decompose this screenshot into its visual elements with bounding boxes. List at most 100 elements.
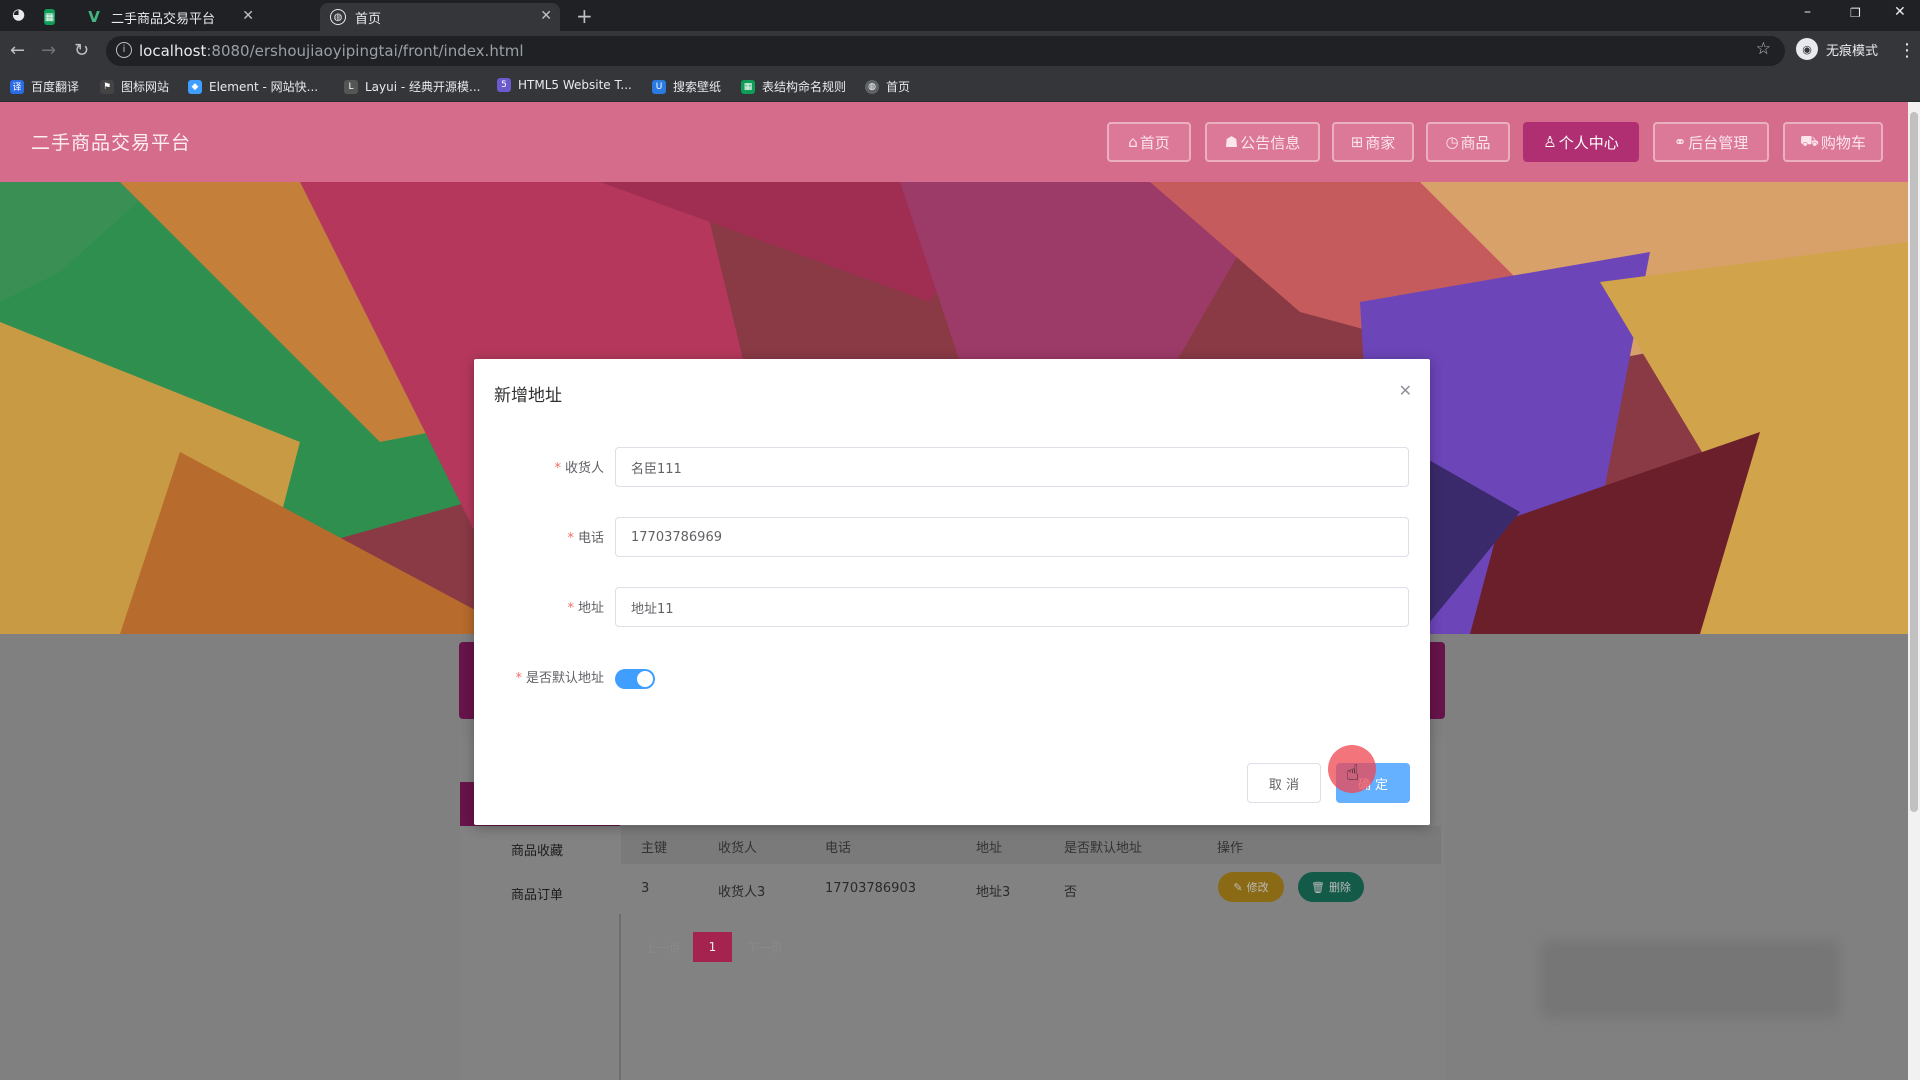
cell-is-default: 否 <box>1064 885 1078 900</box>
nav-user-center[interactable]: ♙ 个人中心 <box>1523 122 1639 162</box>
back-icon[interactable]: ← <box>10 40 25 61</box>
tab-1[interactable]: ◍ 首页 ✕ <box>320 3 560 31</box>
nav-home[interactable]: ⌂ 首页 <box>1107 122 1191 162</box>
sidebar-item-favorites[interactable]: 商品收藏 <box>511 840 563 859</box>
nav-label: 后台管理 <box>1688 133 1749 152</box>
bookmark-item[interactable]: 5 HTML5 Website T... <box>497 78 632 92</box>
next-page-button[interactable]: 下一页 <box>742 932 788 962</box>
blurred-watermark <box>1540 940 1840 1018</box>
nav-label: 商家 <box>1365 133 1396 152</box>
switch-knob <box>637 671 653 687</box>
nav-admin[interactable]: ⚭ 后台管理 <box>1653 122 1769 162</box>
user-icon: ♙ <box>1543 133 1557 151</box>
browser-tab-bar: ◕ ▦ V 二手商品交易平台 ✕ ◍ 首页 ✕ + – ❐ ✕ <box>0 0 1920 31</box>
kebab-menu-icon[interactable]: ⋮ <box>1898 40 1916 61</box>
browser-menu-icon[interactable]: ◕ <box>12 5 25 23</box>
page-number-current[interactable]: 1 <box>693 932 732 962</box>
default-address-label-text: 是否默认地址 <box>525 671 604 686</box>
globe-icon: ◍ <box>330 9 346 25</box>
bookmark-label: HTML5 Website T... <box>518 78 632 92</box>
delete-button[interactable]: 🗑 删除 <box>1298 872 1364 902</box>
hand-cursor-icon: ☝ <box>1346 761 1360 786</box>
url-text[interactable]: localhost:8080/ershoujiaoyipingtai/front… <box>139 42 524 60</box>
default-address-switch[interactable] <box>615 669 655 689</box>
new-tab-icon[interactable]: + <box>576 4 593 28</box>
tab-title: 首页 <box>355 11 382 27</box>
close-icon[interactable]: ✕ <box>1399 381 1412 400</box>
tab-0[interactable]: V 二手商品交易平台 ✕ <box>76 3 262 31</box>
link-icon: ⚭ <box>1673 133 1687 151</box>
forward-icon[interactable]: → <box>41 40 56 61</box>
address-bar[interactable]: i localhost:8080/ershoujiaoyipingtai/fro… <box>106 36 1785 66</box>
bookmark-label: 百度翻译 <box>31 80 80 94</box>
nav-label: 公告信息 <box>1240 133 1301 152</box>
th-phone: 电话 <box>825 841 852 856</box>
nav-label: 首页 <box>1139 133 1170 152</box>
bookmark-label: Element - 网站快... <box>209 80 319 94</box>
bookmark-label: 图标网站 <box>121 80 170 94</box>
nav-label: 商品 <box>1460 133 1491 152</box>
nav-products[interactable]: ◷ 商品 <box>1426 122 1510 162</box>
phone-label: * 电话 <box>567 531 604 546</box>
globe-icon: ◍ <box>865 79 879 94</box>
baidu-translate-icon: 译 <box>10 79 24 94</box>
edit-label: 修改 <box>1246 881 1269 894</box>
cancel-button[interactable]: 取 消 <box>1247 763 1321 803</box>
th-actions: 操作 <box>1217 841 1244 856</box>
wallpaper-icon: U <box>652 79 666 94</box>
reload-icon[interactable]: ↻ <box>74 40 89 61</box>
cell-phone: 17703786903 <box>825 881 916 896</box>
delete-label: 删除 <box>1328 881 1351 894</box>
bookmark-label: 首页 <box>886 80 911 94</box>
cell-consignee: 收货人3 <box>718 885 766 900</box>
incognito-indicator[interactable]: ◉ 无痕模式 <box>1796 38 1878 60</box>
nav-merchants[interactable]: ⊞ 商家 <box>1332 122 1414 162</box>
address-input[interactable] <box>615 587 1409 627</box>
bookmark-star-icon[interactable]: ☆ <box>1756 39 1771 59</box>
browser-toolbar: ← → ↻ i localhost:8080/ershoujiaoyipingt… <box>0 31 1920 71</box>
html5-icon: 5 <box>497 78 511 92</box>
restore-button[interactable]: ❐ <box>1850 6 1861 20</box>
consignee-input[interactable] <box>615 447 1409 487</box>
dialog-title: 新增地址 <box>494 386 562 406</box>
product-icon: ◷ <box>1445 133 1459 151</box>
vue-icon: V <box>88 8 100 26</box>
scrollbar-thumb[interactable] <box>1910 112 1918 812</box>
info-icon[interactable]: i <box>116 42 132 58</box>
screen: ◕ ▦ V 二手商品交易平台 ✕ ◍ 首页 ✕ + – ❐ ✕ ← → ↻ i … <box>0 0 1920 1080</box>
pinned-tab[interactable]: ▦ <box>40 3 64 31</box>
minimize-button[interactable]: – <box>1804 4 1811 20</box>
trash-icon: 🗑 <box>1311 880 1325 894</box>
layui-icon: L <box>344 79 358 94</box>
bookmarks-bar: 译百度翻译 ⚑ 图标网站 ◆ Element - 网站快... L Layui - 经… <box>0 71 1920 102</box>
bookmark-item[interactable]: U 搜索壁纸 <box>652 78 721 95</box>
bookmark-item[interactable]: 译百度翻译 <box>10 78 79 95</box>
bookmark-item[interactable]: ▦ 表结构命名规则 <box>741 78 846 95</box>
prev-page-button[interactable]: 上一页 <box>640 932 686 962</box>
address-label: * 地址 <box>567 601 604 616</box>
flag-icon: ⚑ <box>100 79 114 94</box>
cell-id: 3 <box>641 881 650 896</box>
announcement-icon: ☗ <box>1224 133 1239 151</box>
bookmark-item[interactable]: L Layui - 经典开源模... <box>344 78 480 95</box>
window-close-button[interactable]: ✕ <box>1894 4 1906 20</box>
bookmark-item[interactable]: ◍ 首页 <box>865 78 910 95</box>
add-address-dialog: 新增地址 ✕ *收货人 *电话 *地址 *是否默认地址 取 消 确 定 ☝ <box>474 359 1430 825</box>
consignee-label-text: 收货人 <box>564 461 604 476</box>
bookmark-item[interactable]: ⚑ 图标网站 <box>100 78 169 95</box>
bookmark-item[interactable]: ◆ Element - 网站快... <box>188 78 318 95</box>
nav-announcements[interactable]: ☗ 公告信息 <box>1205 122 1320 162</box>
close-icon[interactable]: ✕ <box>242 8 254 24</box>
page-scrollbar[interactable] <box>1908 102 1920 1080</box>
bookmark-label: Layui - 经典开源模... <box>365 80 481 94</box>
cell-address: 地址3 <box>976 885 1011 900</box>
close-icon[interactable]: ✕ <box>540 8 552 24</box>
edit-icon: ✎ <box>1233 880 1243 894</box>
web-page: 二手商品交易平台 商品收藏 商品订单 主键 收货人 电话 地址 是否默认地址 操… <box>0 102 1908 1080</box>
th-consignee: 收货人 <box>718 841 758 856</box>
sidebar-item-orders[interactable]: 商品订单 <box>511 884 563 903</box>
phone-input[interactable] <box>615 517 1409 557</box>
cart-icon: ⛟ <box>1800 132 1819 150</box>
edit-button[interactable]: ✎ 修改 <box>1218 872 1284 902</box>
nav-cart[interactable]: ⛟ 购物车 <box>1783 122 1883 162</box>
